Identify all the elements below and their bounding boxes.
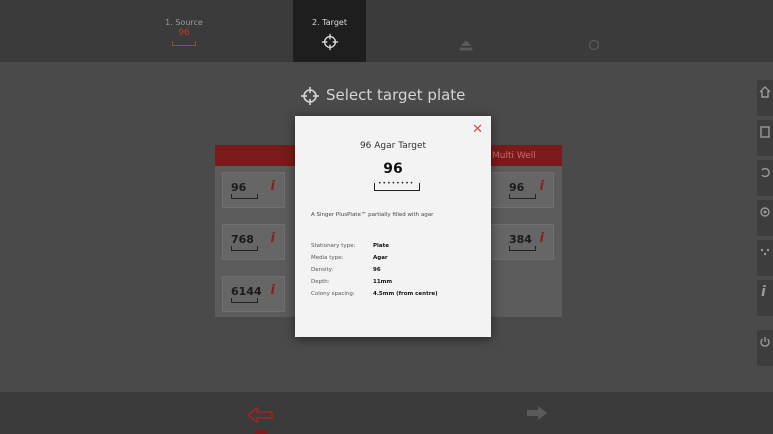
plate-tile-768[interactable]: 768 i bbox=[222, 224, 285, 260]
plate-ruler-icon bbox=[231, 298, 258, 303]
page-title: Select target plate bbox=[326, 86, 466, 104]
target-icon bbox=[321, 33, 339, 51]
plate-tile-384-multiwell[interactable]: 384 i bbox=[486, 224, 554, 260]
property-row: Density: 96 bbox=[311, 264, 438, 276]
plate-tile-96[interactable]: 96 i bbox=[222, 172, 285, 208]
property-row: Media type: Agar bbox=[311, 252, 438, 264]
home-icon bbox=[759, 86, 771, 98]
plate-ruler-icon bbox=[509, 246, 536, 251]
property-row: Stationary type: Plate bbox=[311, 240, 438, 252]
dialog-density-value: 96 bbox=[383, 161, 403, 177]
undo-icon bbox=[761, 167, 770, 178]
info-icon[interactable]: i bbox=[271, 179, 275, 194]
property-key: Colony spacing: bbox=[311, 291, 355, 297]
back-button-indicator bbox=[255, 430, 267, 434]
info-icon: i bbox=[761, 284, 766, 300]
plate-tile-6144[interactable]: 6144 i bbox=[222, 276, 285, 312]
property-value: Plate bbox=[373, 243, 389, 249]
step-3 bbox=[432, 0, 500, 62]
dialog-description: A Singer PlusPlate™ partially filled wit… bbox=[311, 212, 434, 218]
property-value: 96 bbox=[373, 267, 381, 273]
tile-value: 96 bbox=[509, 181, 525, 194]
undo-button[interactable] bbox=[757, 160, 773, 196]
plate-ruler-icon bbox=[374, 183, 420, 191]
source-plate-ruler-icon bbox=[172, 41, 196, 46]
plate-info-dialog: ✕ 96 Agar Target 96 •••••••• A Singer Pl… bbox=[295, 116, 491, 337]
target-icon-dim bbox=[588, 39, 600, 51]
step-source[interactable]: 1. Source 96 bbox=[148, 0, 220, 62]
bottom-bar bbox=[0, 392, 773, 434]
property-value: 4.5mm (from centre) bbox=[373, 291, 438, 297]
property-key: Stationary type: bbox=[311, 243, 356, 249]
info-icon[interactable]: i bbox=[540, 179, 544, 194]
dialog-title: 96 Agar Target bbox=[359, 141, 427, 151]
document-button[interactable] bbox=[757, 120, 773, 156]
next-arrow-icon bbox=[527, 406, 547, 420]
step-4 bbox=[560, 0, 628, 62]
top-stepper: 1. Source 96 2. Target bbox=[0, 0, 773, 62]
info-icon[interactable]: i bbox=[540, 231, 544, 246]
dots-icon bbox=[760, 248, 770, 256]
plate-ruler-icon bbox=[231, 194, 258, 199]
info-icon[interactable]: i bbox=[271, 231, 275, 246]
panel-header-multi-well: Multi Well bbox=[492, 151, 536, 161]
property-key: Media type: bbox=[311, 255, 344, 261]
property-value: Agar bbox=[373, 255, 388, 261]
property-key: Density: bbox=[311, 267, 334, 273]
plate-ruler-icon bbox=[509, 194, 536, 199]
upload-icon bbox=[459, 40, 473, 51]
target-icon bbox=[301, 87, 319, 105]
step-target-label: 2. Target bbox=[312, 18, 347, 27]
power-button[interactable] bbox=[757, 330, 773, 366]
power-icon bbox=[760, 337, 770, 347]
settings-button[interactable] bbox=[757, 200, 773, 236]
home-button[interactable] bbox=[757, 80, 773, 116]
step-source-label: 1. Source bbox=[165, 18, 203, 27]
tile-value: 384 bbox=[509, 233, 532, 246]
settings-icon bbox=[760, 207, 770, 217]
step-source-value: 96 bbox=[178, 28, 190, 38]
tile-value: 768 bbox=[231, 233, 254, 246]
step-target[interactable]: 2. Target bbox=[293, 0, 366, 62]
property-key: Depth: bbox=[311, 279, 330, 285]
plate-tile-96-multiwell[interactable]: 96 i bbox=[486, 172, 554, 208]
tile-value: 96 bbox=[231, 181, 247, 194]
close-icon[interactable]: ✕ bbox=[472, 122, 483, 137]
plate-ruler-icon bbox=[231, 246, 258, 251]
info-button[interactable]: i bbox=[757, 280, 773, 316]
tile-value: 6144 bbox=[231, 285, 262, 298]
document-icon bbox=[760, 126, 770, 138]
plate-properties-table: Stationary type: Plate Media type: Agar … bbox=[311, 240, 438, 300]
property-row: Colony spacing: 4.5mm (from centre) bbox=[311, 288, 438, 300]
property-row: Depth: 11mm bbox=[311, 276, 438, 288]
info-icon[interactable]: i bbox=[271, 283, 275, 298]
dots-button[interactable] bbox=[757, 240, 773, 276]
back-arrow-icon[interactable] bbox=[246, 406, 274, 424]
property-value: 11mm bbox=[373, 279, 393, 285]
